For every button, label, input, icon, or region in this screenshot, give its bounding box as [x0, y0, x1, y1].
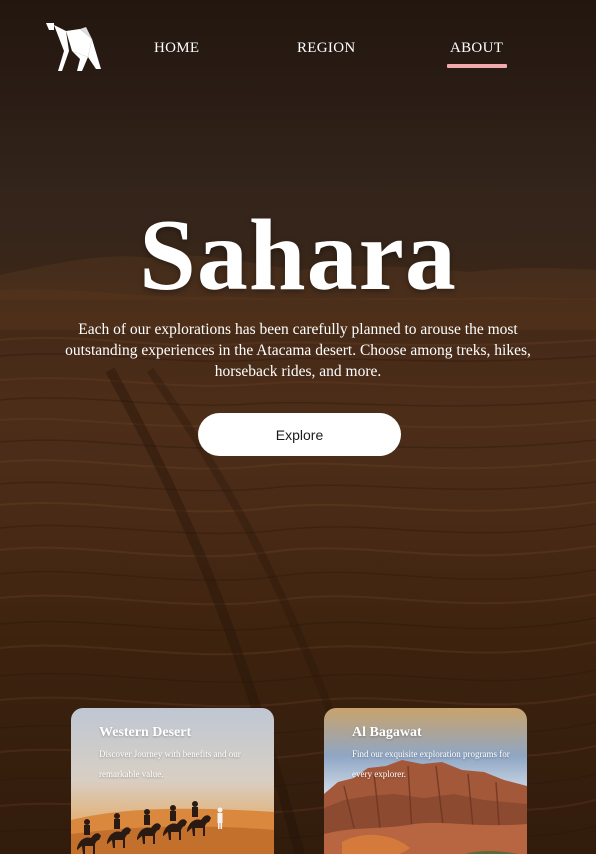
card-description: Find our exquisite exploration programs … [352, 749, 510, 779]
main-navigation: HOME REGION ABOUT [0, 0, 596, 90]
hero-title: Sahara [139, 199, 457, 312]
active-nav-underline [447, 64, 507, 68]
destination-card-western-desert[interactable]: Western Desert Discover Journey with ben… [71, 708, 274, 854]
nav-item-home[interactable]: HOME [154, 40, 199, 57]
card-description: Discover Journey with benefits and our r… [99, 749, 241, 779]
hero-description: Each of our explorations has been carefu… [65, 321, 531, 380]
camel-logo-icon[interactable] [44, 21, 104, 73]
destination-card-al-bagawat[interactable]: Al Bagawat Find our exquisite exploratio… [324, 708, 527, 854]
card-title: Al Bagawat [352, 725, 422, 740]
nav-item-about[interactable]: ABOUT [450, 40, 503, 57]
nav-item-region[interactable]: REGION [297, 40, 355, 57]
card-title: Western Desert [99, 725, 192, 740]
explore-button[interactable]: Explore [198, 413, 401, 456]
